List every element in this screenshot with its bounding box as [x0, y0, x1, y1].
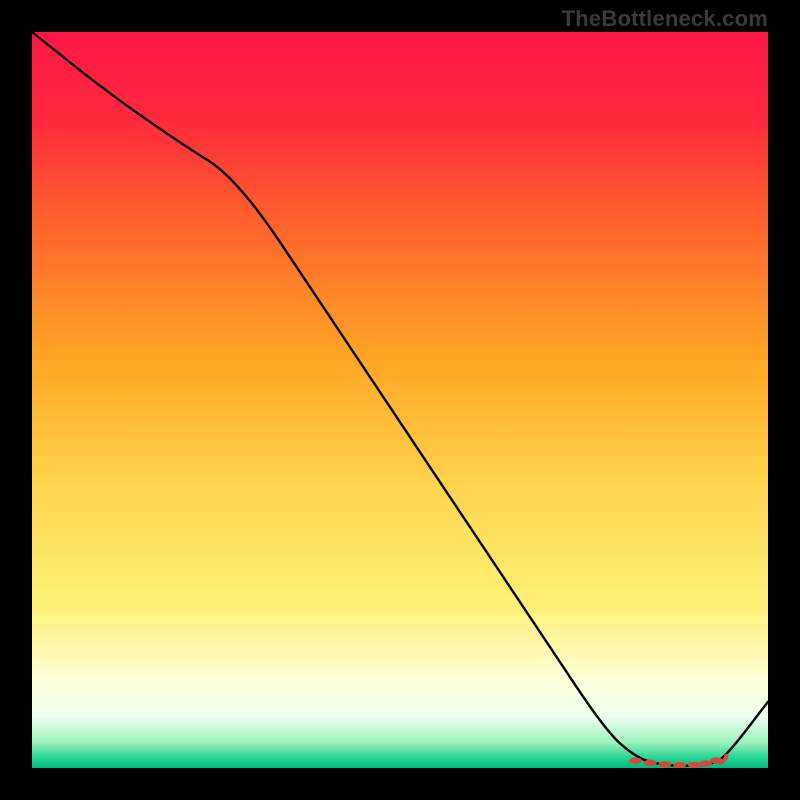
watermark-text: TheBottleneck.com — [562, 6, 768, 32]
marker-dot — [644, 760, 657, 766]
marker-dot — [629, 757, 642, 763]
marker-dot — [658, 761, 671, 767]
chart-frame: { "watermark": "TheBottleneck.com", "cha… — [0, 0, 800, 800]
marker-dot — [699, 760, 712, 766]
marker-dot — [673, 762, 686, 768]
marker-dot — [688, 762, 701, 768]
gradient-background — [32, 32, 768, 768]
chart-svg — [32, 32, 768, 768]
plot-area — [32, 32, 768, 768]
